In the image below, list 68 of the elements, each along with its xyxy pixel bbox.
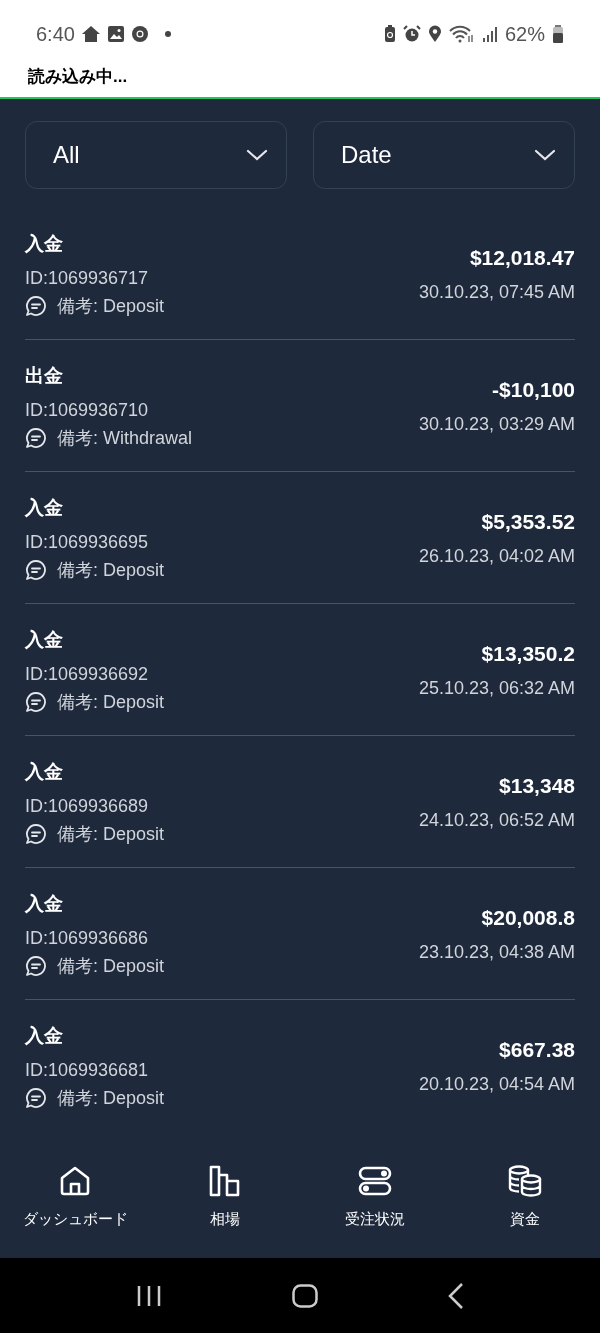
nav-tab[interactable]: 受注状況 [300, 1163, 450, 1231]
battery-percent: 62% [504, 22, 545, 47]
memo-text: 備考: Deposit [57, 1087, 165, 1109]
coins-icon [507, 1163, 543, 1198]
memo-text: 備考: Deposit [57, 558, 165, 581]
transaction-amount: $5,353.52 [481, 508, 575, 535]
back-icon[interactable] [448, 1282, 464, 1309]
clock-time: 6:40 [36, 22, 75, 47]
home-button-icon[interactable] [292, 1283, 318, 1308]
transaction-date: 30.10.23, 03:29 AM [418, 412, 575, 435]
nav-tab[interactable]: 資金 [450, 1163, 600, 1231]
transaction-id: ID:1069936692 [25, 662, 150, 685]
transaction-id: ID:1069936686 [25, 926, 150, 949]
transaction-type: 入金 [25, 1024, 64, 1048]
location-icon [427, 25, 442, 43]
transaction-amount: $12,018.47 [469, 244, 575, 271]
transaction-id: ID:1069936689 [25, 794, 150, 817]
transaction-date: 24.10.23, 06:52 AM [418, 808, 575, 831]
chat-bubble-icon [25, 558, 47, 581]
transaction-id: ID:1069936717 [25, 266, 150, 289]
transaction-type: 入金 [25, 759, 64, 784]
memo-text: 備考: Deposit [57, 954, 165, 977]
wifi-icon [448, 25, 475, 43]
memo-text: 備考: Withdrawal [57, 426, 193, 449]
transaction-amount: $667.38 [499, 1037, 575, 1063]
dot-icon [164, 31, 171, 37]
chat-bubble-icon [25, 690, 47, 713]
memo-text: 備考: Deposit [57, 822, 165, 845]
transaction-type: 入金 [25, 891, 64, 916]
chevron-down-icon [246, 149, 268, 161]
home-icon [80, 25, 101, 43]
transaction-amount: -$10,100 [492, 376, 575, 403]
transaction-amount: $20,008.8 [481, 904, 575, 931]
transaction-type: 出金 [25, 363, 64, 388]
page-title: 読み込み中... [28, 66, 128, 88]
memo-text: 備考: Deposit [57, 294, 165, 317]
chat-bubble-icon [25, 294, 47, 317]
chevron-down-icon [534, 149, 556, 161]
bar-chart-icon [208, 1163, 242, 1198]
chat-bubble-icon [25, 822, 47, 845]
transaction-amount: $13,350.2 [481, 640, 575, 667]
nav-tab[interactable]: 相場 [150, 1163, 300, 1231]
transaction-date: 30.10.23, 07:45 AM [418, 280, 575, 303]
nav-tab[interactable]: ダッシュボード [0, 1163, 150, 1231]
image-icon [106, 25, 125, 43]
memo-text: 備考: Deposit [57, 690, 165, 713]
signal-icon [481, 26, 498, 42]
filter-dropdown[interactable]: Date [313, 121, 575, 189]
transaction-id: ID:1069936710 [25, 398, 150, 421]
transaction-type: 入金 [25, 231, 64, 256]
transaction-amount: $13,348 [499, 772, 575, 799]
chat-bubble-icon [25, 1087, 47, 1109]
alarm-icon [402, 25, 421, 43]
recent-apps-icon[interactable] [136, 1284, 162, 1307]
battery-icon [552, 25, 564, 43]
battery-saver-icon [383, 25, 396, 43]
transaction-date: 20.10.23, 04:54 AM [418, 1073, 575, 1095]
browser-icon [130, 25, 149, 43]
transaction-type: 入金 [25, 627, 64, 652]
chat-bubble-icon [25, 426, 47, 449]
transaction-date: 25.10.23, 06:32 AM [418, 676, 575, 699]
chat-bubble-icon [25, 954, 47, 977]
filter-dropdown[interactable]: All [25, 121, 287, 189]
transaction-type: 入金 [25, 495, 64, 520]
transaction-id: ID:1069936681 [25, 1059, 150, 1081]
transaction-id: ID:1069936695 [25, 530, 150, 553]
transaction-date: 23.10.23, 04:38 AM [418, 940, 575, 963]
transaction-date: 26.10.23, 04:02 AM [418, 544, 575, 567]
